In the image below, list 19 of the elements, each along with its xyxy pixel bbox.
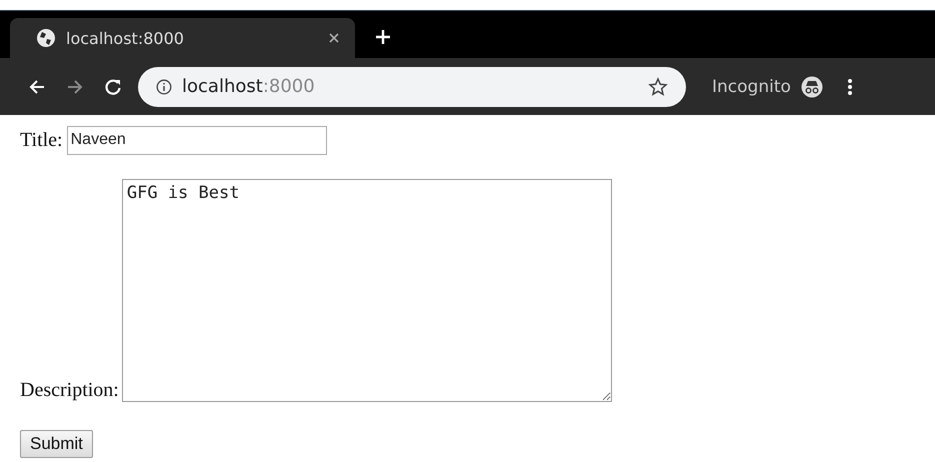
new-tab-icon[interactable] — [375, 29, 391, 45]
back-icon[interactable] — [28, 78, 46, 96]
title-input[interactable]: Naveen — [66, 126, 327, 154]
description-textarea[interactable]: GFG is Best — [122, 179, 612, 402]
address-bar[interactable]: localhost:8000 — [138, 66, 686, 106]
title-label: Title: — [20, 128, 63, 152]
incognito-icon[interactable] — [800, 76, 823, 98]
info-icon — [156, 78, 172, 94]
bookmark-star-icon[interactable] — [648, 76, 668, 96]
menu-icon[interactable] — [846, 78, 853, 96]
url-text: localhost:8000 — [182, 76, 316, 97]
description-label: Description: — [20, 379, 119, 402]
close-icon[interactable] — [329, 33, 339, 43]
profile-label: Incognito — [712, 76, 791, 96]
submit-button[interactable]: Submit — [20, 430, 93, 458]
tab-title: localhost:8000 — [66, 28, 185, 48]
browser-tab[interactable]: localhost:8000 — [10, 18, 355, 58]
reload-icon[interactable] — [104, 78, 122, 96]
forward-icon[interactable] — [66, 78, 84, 96]
